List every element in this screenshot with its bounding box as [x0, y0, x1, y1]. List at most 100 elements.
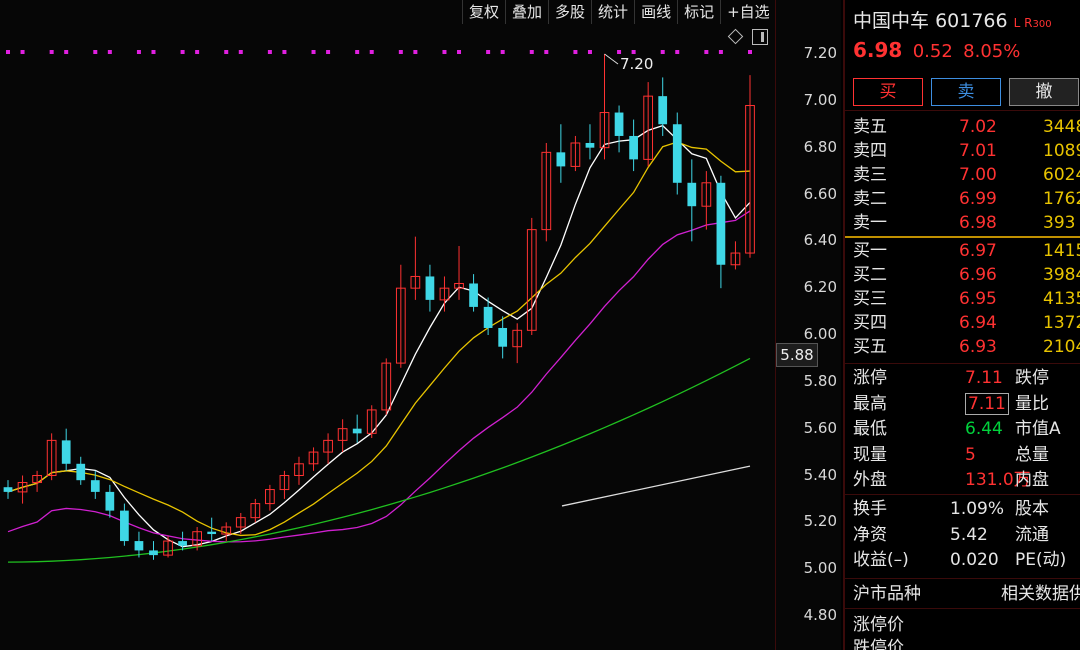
ask-level-label: 卖二: [853, 189, 887, 209]
stat-row[interactable]: 最高 7.11 量比: [853, 392, 1080, 416]
section-header: 沪市品种 相关数据供: [853, 582, 1080, 606]
signal-marker: [500, 50, 505, 54]
y-tick-label: 5.40: [803, 465, 837, 484]
signal-marker: [64, 50, 69, 54]
toolbar-restore-rights-button[interactable]: 复权: [462, 0, 505, 24]
order-book-divider: [845, 236, 1080, 238]
bid-level-row[interactable]: 买五 6.93 2104: [853, 335, 1080, 359]
ma20-line: [7, 210, 751, 543]
candle-body: [120, 510, 129, 542]
toolbar-multi-stock-button[interactable]: 多股: [548, 0, 591, 24]
stock-name: 中国中车: [853, 10, 930, 32]
signal-marker: [718, 50, 723, 54]
ask-level-label: 卖四: [853, 141, 887, 161]
stat2-value: 1.09%: [950, 499, 1005, 519]
buy-button[interactable]: 买: [853, 78, 923, 106]
stat-label-2: 总量: [1015, 444, 1049, 465]
signal-marker: [267, 50, 272, 54]
bid-level-row[interactable]: 买四 6.94 1372: [853, 311, 1080, 335]
candle-body: [61, 440, 71, 464]
toolbar-stats-button[interactable]: 统计: [591, 0, 634, 24]
bid-level-label: 买五: [853, 337, 887, 357]
stat-row[interactable]: 现量 5 总量: [853, 443, 1080, 467]
ask-level-row[interactable]: 卖五 7.02 3448: [853, 115, 1080, 139]
stat-label-2: 内盘: [1015, 470, 1049, 490]
signal-marker: [398, 50, 403, 54]
toolbar-add-watchlist-button[interactable]: +自选: [720, 0, 775, 24]
limit-up-price-label: 涨停价: [853, 615, 904, 635]
y-tick-label: 7.20: [803, 44, 837, 62]
cancel-button[interactable]: 撤: [1009, 78, 1079, 106]
y-tick-label: 4.80: [803, 606, 837, 624]
stat2-row[interactable]: 收益(–) 0.020 PE(动): [853, 548, 1080, 572]
y-tick-label: 5.60: [803, 418, 837, 437]
price-axis: 7.20 7.00 6.80 6.60 6.40 6.20 6.00 5.80 5.60 5.40…: [775, 0, 841, 650]
ask-level-label: 卖一: [853, 213, 887, 233]
section-shanghai-label[interactable]: 沪市品种: [853, 582, 921, 606]
candle-body: [134, 541, 144, 551]
bid-level-label: 买二: [853, 265, 887, 285]
stat-label: 涨停: [853, 368, 887, 388]
bid-level-label: 买一: [853, 241, 887, 261]
kline-chart[interactable]: [0, 0, 775, 650]
toolbar-draw-button[interactable]: 画线: [634, 0, 677, 24]
ask-level-row[interactable]: 卖二 6.99 1762: [853, 187, 1080, 211]
candle-body: [658, 96, 668, 125]
stat2-label: 净资: [853, 524, 887, 545]
section-related-label[interactable]: 相关数据供: [1001, 582, 1080, 606]
stat-row[interactable]: 外盘 131.0万 内盘: [853, 468, 1080, 492]
stat2-value: 0.020: [950, 550, 999, 570]
ask-volume: 6024: [1043, 165, 1080, 185]
limit-down-price-row: 跌停价: [853, 636, 1080, 650]
bid-volume: 4135: [1043, 289, 1080, 309]
stat-label-2: 量比: [1015, 393, 1049, 414]
stat-label: 外盘: [853, 470, 887, 490]
stat2-row[interactable]: 净资 5.42 流通: [853, 523, 1080, 547]
candle-body: [207, 531, 217, 535]
sell-button[interactable]: 卖: [931, 78, 1001, 106]
stat-row[interactable]: 涨停 7.11 跌停: [853, 366, 1080, 390]
candle-body: [76, 463, 86, 481]
stat2-label-2: PE(动): [1015, 550, 1067, 570]
stat2-label-2: 流通: [1015, 524, 1049, 545]
signal-marker: [195, 50, 200, 54]
stat2-row[interactable]: 换手 1.09% 股本: [853, 497, 1080, 521]
signal-marker: [238, 50, 243, 54]
y-tick-label: 5.00: [803, 559, 837, 578]
high-price-leader: [604, 53, 619, 65]
bid-level-row[interactable]: 买一 6.97 1415: [853, 239, 1080, 263]
signal-marker: [311, 50, 316, 54]
ask-level-row[interactable]: 卖一 6.98 393: [853, 211, 1080, 235]
signal-marker: [49, 50, 54, 54]
bid-level-row[interactable]: 买三 6.95 4135: [853, 287, 1080, 311]
signal-marker: [282, 50, 287, 54]
bid-level-label: 买四: [853, 313, 887, 333]
candle-body: [3, 487, 13, 492]
candle-body: [585, 142, 595, 148]
candle-body: [178, 541, 187, 546]
candle-body: [483, 306, 493, 328]
ask-level-row[interactable]: 卖四 7.01 1089: [853, 139, 1080, 163]
price-change-pct: 8.05%: [963, 41, 1021, 62]
bid-price: 6.97: [959, 241, 997, 261]
ask-level-row[interactable]: 卖三 7.00 6024: [853, 163, 1080, 187]
ask-price: 6.98: [959, 213, 997, 233]
price-line: 6.98 0.52 8.05%: [853, 38, 1020, 62]
bid-price: 6.93: [959, 337, 997, 357]
signal-marker: [544, 50, 549, 54]
toolbar-mark-button[interactable]: 标记: [677, 0, 720, 24]
stat2-label: 换手: [853, 499, 887, 519]
kline-chart-pane[interactable]: 复权 叠加 多股 统计 画线 标记 +自选 返回 7.20: [0, 0, 775, 650]
chart-toolbar: 复权 叠加 多股 统计 画线 标记 +自选 返回: [462, 0, 775, 24]
signal-marker: [107, 50, 112, 54]
signal-marker: [660, 50, 665, 54]
stat-row[interactable]: 最低 6.44 市值A: [853, 417, 1080, 441]
signal-marker: [326, 50, 331, 54]
candle-body: [469, 283, 478, 307]
stock-index-flag: 300: [1032, 19, 1052, 30]
toolbar-overlay-button[interactable]: 叠加: [505, 0, 548, 24]
ask-volume: 1089: [1043, 141, 1080, 161]
panel-toggle-icon[interactable]: [752, 29, 768, 45]
bid-level-row[interactable]: 买二 6.96 3984: [853, 263, 1080, 287]
signal-marker: [20, 50, 25, 54]
